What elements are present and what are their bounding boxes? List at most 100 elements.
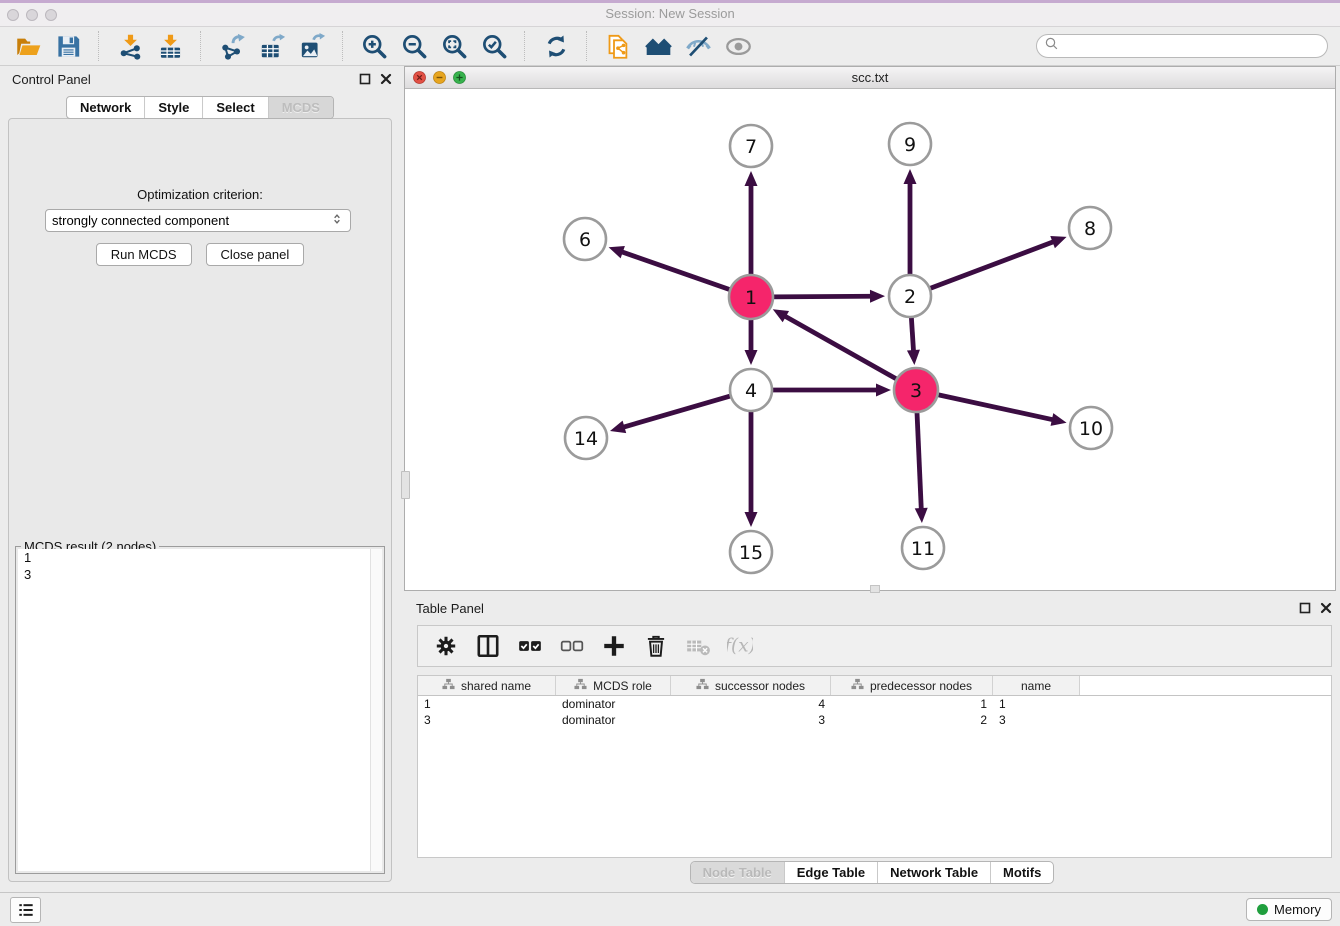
- float-panel-icon[interactable]: [359, 72, 371, 90]
- node-6[interactable]: 6: [564, 218, 606, 260]
- table-cell[interactable]: dominator: [556, 696, 671, 712]
- memory-button[interactable]: Memory: [1246, 898, 1332, 921]
- refresh-icon[interactable]: [540, 30, 572, 62]
- edge-3-1[interactable]: [773, 309, 900, 380]
- delete-icon[interactable]: [642, 632, 670, 660]
- float-table-panel-icon[interactable]: [1299, 601, 1311, 619]
- column-header-successor-nodes[interactable]: successor nodes: [671, 676, 831, 695]
- node-label: 11: [911, 538, 935, 560]
- control-panel: Control Panel NetworkStyleSelectMCDS Opt…: [0, 66, 400, 888]
- table-cell[interactable]: 1: [993, 696, 1080, 712]
- result-scrollbar[interactable]: [370, 549, 382, 871]
- table-row[interactable]: 1dominator411: [418, 696, 1331, 712]
- table-cell[interactable]: 4: [671, 696, 831, 712]
- run-mcds-button[interactable]: Run MCDS: [96, 243, 192, 266]
- edge-3-10[interactable]: [935, 394, 1067, 426]
- add-icon[interactable]: [600, 632, 628, 660]
- export-network-icon[interactable]: [216, 30, 248, 62]
- table-cell[interactable]: 2: [831, 712, 993, 728]
- edge-1-6[interactable]: [609, 246, 733, 291]
- tab-select[interactable]: Select: [202, 97, 267, 118]
- edge-4-14[interactable]: [610, 395, 733, 433]
- mcds-result-node: 1: [18, 549, 382, 566]
- zoom-fit-icon[interactable]: [438, 30, 470, 62]
- table-cell[interactable]: 3: [418, 712, 556, 728]
- network-list-button[interactable]: [10, 897, 41, 923]
- clone-network-icon[interactable]: [602, 30, 634, 62]
- optimization-criterion-select[interactable]: strongly connected component: [45, 209, 351, 232]
- edge-3-11[interactable]: [915, 409, 928, 523]
- node-2[interactable]: 2: [889, 275, 931, 317]
- column-header-MCDS-role[interactable]: MCDS role: [556, 676, 671, 695]
- edge-1-2[interactable]: [770, 290, 885, 303]
- table-cell[interactable]: 1: [831, 696, 993, 712]
- tab-network[interactable]: Network: [67, 97, 144, 118]
- gear-icon[interactable]: [432, 632, 460, 660]
- splitter-grip-left[interactable]: [401, 471, 410, 499]
- table-toolbar: f(x): [417, 625, 1332, 667]
- search-input[interactable]: [1061, 36, 1327, 56]
- zoom-in-icon[interactable]: [358, 30, 390, 62]
- import-table-icon[interactable]: [154, 30, 186, 62]
- column-header-name[interactable]: name: [993, 676, 1080, 695]
- edge-2-8[interactable]: [928, 236, 1067, 289]
- node-14[interactable]: 14: [565, 417, 607, 459]
- tab-network-table[interactable]: Network Table: [877, 862, 990, 883]
- open-session-icon[interactable]: [12, 30, 44, 62]
- node-label: 8: [1084, 218, 1096, 240]
- save-session-icon[interactable]: [52, 30, 84, 62]
- node-1[interactable]: 1: [729, 275, 773, 319]
- tab-mcds[interactable]: MCDS: [268, 97, 333, 118]
- node-3[interactable]: 3: [894, 368, 938, 412]
- edge-1-4[interactable]: [745, 316, 758, 365]
- node-label: 2: [904, 286, 916, 308]
- edge-4-3[interactable]: [770, 384, 891, 397]
- tab-edge-table[interactable]: Edge Table: [784, 862, 877, 883]
- tab-node-table[interactable]: Node Table: [691, 862, 784, 883]
- close-panel-icon[interactable]: [380, 72, 392, 90]
- node-10[interactable]: 10: [1070, 407, 1112, 449]
- columns-icon[interactable]: [474, 632, 502, 660]
- search-box[interactable]: [1036, 34, 1328, 58]
- select-all-icon[interactable]: [516, 632, 544, 660]
- splitter-grip-bottom[interactable]: [870, 585, 880, 593]
- eye-icon[interactable]: [722, 30, 754, 62]
- table-cell[interactable]: 3: [993, 712, 1080, 728]
- edge-1-7[interactable]: [745, 171, 758, 278]
- toolbar-separator: [342, 31, 344, 61]
- home-icon[interactable]: [642, 30, 674, 62]
- table-panel-title: Table Panel: [416, 601, 484, 616]
- edge-2-9[interactable]: [904, 169, 917, 277]
- deselect-all-icon[interactable]: [558, 632, 586, 660]
- main-toolbar-icons: [12, 30, 754, 62]
- tab-motifs[interactable]: Motifs: [990, 862, 1053, 883]
- column-header-predecessor-nodes[interactable]: predecessor nodes: [831, 676, 993, 695]
- tab-style[interactable]: Style: [144, 97, 202, 118]
- zoom-out-icon[interactable]: [398, 30, 430, 62]
- export-image-icon[interactable]: [296, 30, 328, 62]
- node-7[interactable]: 7: [730, 125, 772, 167]
- node-8[interactable]: 8: [1069, 207, 1111, 249]
- edge-4-15[interactable]: [745, 409, 758, 527]
- node-4[interactable]: 4: [730, 369, 772, 411]
- node-11[interactable]: 11: [902, 527, 944, 569]
- table-cell[interactable]: 1: [418, 696, 556, 712]
- network-canvas[interactable]: 7 9 6 8 1 2 4 3 14 10 15 11: [405, 88, 1335, 590]
- mcds-result-list[interactable]: 13: [18, 549, 382, 871]
- close-panel-button[interactable]: Close panel: [206, 243, 305, 266]
- edge-2-3[interactable]: [907, 315, 920, 365]
- table-row[interactable]: 3dominator323: [418, 712, 1331, 728]
- function-icon: f(x): [726, 632, 754, 660]
- node-9[interactable]: 9: [889, 123, 931, 165]
- node-15[interactable]: 15: [730, 531, 772, 573]
- zoom-selected-icon[interactable]: [478, 30, 510, 62]
- column-header-shared-name[interactable]: shared name: [418, 676, 556, 695]
- node-label: 7: [745, 136, 757, 158]
- close-table-panel-icon[interactable]: [1320, 601, 1332, 619]
- table-cell[interactable]: 3: [671, 712, 831, 728]
- hide-icon[interactable]: [682, 30, 714, 62]
- table-cell[interactable]: dominator: [556, 712, 671, 728]
- import-network-icon[interactable]: [114, 30, 146, 62]
- table-tabbar: Node TableEdge TableNetwork TableMotifs: [690, 861, 1055, 884]
- export-table-icon[interactable]: [256, 30, 288, 62]
